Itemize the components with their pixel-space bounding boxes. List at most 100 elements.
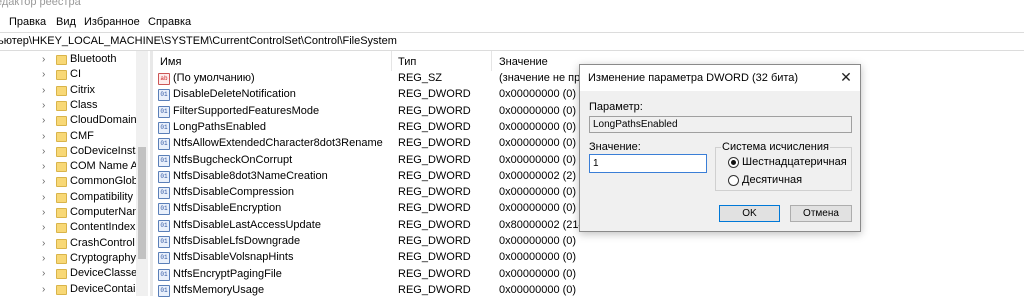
value-row[interactable]: 01 NtfsDisableVolsnapHints REG_DWORD 0x0000… — [153, 250, 1024, 266]
value-name[interactable]: NtfsBugcheckOnCorrupt — [173, 154, 292, 166]
value-name[interactable]: LongPathsEnabled — [173, 121, 266, 133]
chevron-right-icon[interactable]: › — [42, 176, 45, 187]
value-type: REG_DWORD — [398, 88, 471, 101]
value-name[interactable]: NtfsDisableCompression — [173, 186, 294, 198]
tree-item-label[interactable]: CloudDomain — [70, 114, 137, 126]
menu-favorites[interactable]: Избранное — [84, 16, 140, 28]
ok-button[interactable]: OK — [719, 205, 780, 222]
tree-item[interactable]: › Citrix — [0, 83, 140, 99]
radio-hex-label[interactable]: Шестнадцатеричная — [742, 156, 847, 168]
tree-item[interactable]: › Class — [0, 98, 140, 114]
dword-value-icon: 01 — [158, 121, 170, 134]
chevron-right-icon[interactable]: › — [42, 222, 45, 233]
tree-item-label[interactable]: ContentIndex — [70, 221, 135, 233]
tree-item[interactable]: › Cryptography — [0, 251, 140, 267]
value-name[interactable]: NtfsMemoryUsage — [173, 284, 264, 296]
value-input[interactable]: 1 — [589, 154, 707, 173]
value-type: REG_DWORD — [398, 202, 471, 215]
chevron-right-icon[interactable]: › — [42, 192, 45, 203]
tree-item-label[interactable]: Citrix — [70, 84, 95, 96]
cancel-button[interactable]: Отмена — [790, 205, 852, 222]
address-path[interactable]: ьютер\HKEY_LOCAL_MACHINE\SYSTEM\CurrentC… — [0, 35, 397, 47]
chevron-right-icon[interactable]: › — [42, 268, 45, 279]
tree-item[interactable]: › CoDeviceInsta — [0, 144, 142, 160]
tree-item[interactable]: › COM Name A — [0, 159, 140, 175]
close-icon[interactable]: ✕ — [838, 69, 854, 85]
tree-item[interactable]: › ContentIndex — [0, 220, 140, 236]
chevron-right-icon[interactable]: › — [42, 253, 45, 264]
value-row[interactable]: 01 NtfsEncryptPagingFile REG_DWORD 0x000000… — [153, 267, 1024, 283]
value-name[interactable]: NtfsDisableVolsnapHints — [173, 251, 293, 263]
chevron-right-icon[interactable]: › — [42, 69, 45, 80]
chevron-right-icon[interactable]: › — [42, 238, 45, 249]
dword-value-icon: 01 — [158, 284, 170, 297]
tree-item-label[interactable]: Class — [70, 99, 98, 111]
tree-item[interactable]: › ComputerNan — [0, 205, 140, 221]
menu-help[interactable]: Справка — [148, 16, 191, 28]
chevron-right-icon[interactable]: › — [42, 131, 45, 142]
tree-item[interactable]: › CI — [0, 67, 140, 83]
chevron-right-icon[interactable]: › — [42, 100, 45, 111]
chevron-right-icon[interactable]: › — [42, 115, 45, 126]
tree-scrollbar-thumb[interactable] — [138, 147, 146, 259]
chevron-right-icon[interactable]: › — [42, 85, 45, 96]
chevron-right-icon[interactable]: › — [42, 284, 45, 295]
folder-icon — [56, 253, 67, 264]
tree-item[interactable]: › CrashControl — [0, 236, 140, 252]
value-name[interactable]: NtfsDisableLastAccessUpdate — [173, 219, 321, 231]
value-name[interactable]: NtfsDisableLfsDowngrade — [173, 235, 300, 247]
value-name[interactable]: NtfsDisableEncryption — [173, 202, 281, 214]
value-name[interactable]: FilterSupportedFeaturesMode — [173, 105, 319, 117]
tree-item[interactable]: › DeviceContair — [0, 282, 140, 297]
chevron-right-icon[interactable]: › — [42, 207, 45, 218]
address-bar[interactable]: ьютер\HKEY_LOCAL_MACHINE\SYSTEM\CurrentC… — [0, 32, 1024, 51]
column-divider[interactable] — [491, 51, 492, 71]
value-data: 0x00000000 (0) — [499, 235, 577, 247]
value-row[interactable]: 01 NtfsDisableLfsDowngrade REG_DWORD 0x0000… — [153, 234, 1024, 250]
radio-dec-indicator[interactable] — [728, 175, 739, 186]
tree-item-label[interactable]: DeviceContair — [70, 283, 139, 295]
tree-item[interactable]: › CommonGlob — [0, 174, 140, 190]
value-name[interactable]: (По умолчанию) — [173, 72, 255, 84]
tree-item[interactable]: › CMF — [0, 129, 140, 145]
column-type[interactable]: Тип — [398, 56, 416, 68]
dialog-titlebar: Изменение параметра DWORD (32 бита) ✕ — [580, 65, 860, 91]
tree-item-label[interactable]: Bluetooth — [70, 53, 116, 65]
dword-value-icon: 01 — [158, 252, 170, 265]
value-name[interactable]: NtfsAllowExtendedCharacter8dot3Rename — [173, 137, 383, 149]
tree-item[interactable]: › Compatibility — [0, 190, 140, 206]
value-name[interactable]: DisableDeleteNotification — [173, 88, 296, 100]
tree-item-label[interactable]: CoDeviceInsta — [70, 145, 142, 157]
tree-item-label[interactable]: Compatibility — [70, 191, 133, 203]
value-row[interactable]: 01 NtfsMemoryUsage REG_DWORD 0x00000000 (0) — [153, 283, 1024, 299]
menu-edit[interactable]: Правка — [9, 16, 46, 28]
value-name[interactable]: NtfsEncryptPagingFile — [173, 268, 282, 280]
folder-icon — [56, 146, 67, 157]
tree-item-label[interactable]: CommonGlob — [70, 175, 138, 187]
column-divider[interactable] — [391, 51, 392, 71]
tree-item-label[interactable]: DeviceClasses — [70, 267, 143, 279]
folder-icon — [56, 85, 67, 96]
column-name[interactable]: Имя — [160, 56, 181, 68]
chevron-right-icon[interactable]: › — [42, 54, 45, 65]
dword-value-icon: 01 — [158, 236, 170, 248]
tree-scrollbar[interactable] — [136, 51, 148, 296]
menu-view[interactable]: Вид — [56, 16, 76, 28]
radio-hex-indicator[interactable] — [728, 157, 739, 168]
value-data: 0x00000002 (2) — [499, 169, 577, 182]
tree-item-label[interactable]: Cryptography — [70, 252, 136, 264]
radio-dec-label[interactable]: Десятичная — [742, 174, 802, 186]
folder-icon — [56, 70, 67, 81]
tree-item[interactable]: › CloudDomain — [0, 113, 140, 129]
tree-item-label[interactable]: ComputerNan — [70, 206, 138, 218]
tree-item[interactable]: › Bluetooth — [0, 52, 140, 68]
tree-item-label[interactable]: CI — [70, 68, 81, 80]
column-value[interactable]: Значение — [499, 56, 548, 68]
tree-item-label[interactable]: CMF — [70, 130, 94, 142]
chevron-right-icon[interactable]: › — [42, 146, 45, 157]
chevron-right-icon[interactable]: › — [42, 161, 45, 172]
tree-item[interactable]: › DeviceClasses — [0, 266, 143, 282]
tree-item-label[interactable]: CrashControl — [70, 237, 135, 249]
tree-item-label[interactable]: COM Name A — [70, 160, 138, 172]
value-name[interactable]: NtfsDisable8dot3NameCreation — [173, 170, 328, 182]
